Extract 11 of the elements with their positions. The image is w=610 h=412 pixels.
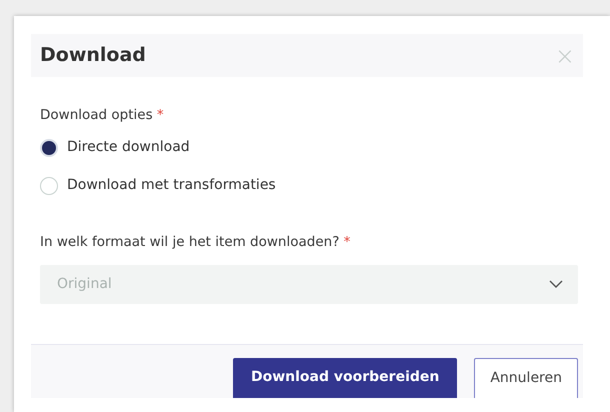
radio-button[interactable] — [40, 176, 58, 195]
radio-label: Directe download — [67, 138, 190, 158]
select-value: Original — [57, 274, 112, 294]
dialog-title: Download — [40, 43, 146, 68]
radio-label: Download met transformaties — [67, 176, 276, 196]
radio-button[interactable] — [40, 138, 58, 157]
field-label: Download opties * — [40, 106, 165, 125]
primary-button[interactable]: Download voorbereiden — [232, 358, 458, 398]
chevron-down-icon — [549, 280, 563, 288]
cancel-button[interactable]: Annuleren — [474, 358, 578, 398]
field-label: In welk formaat wil je het item downloaden? * — [40, 233, 352, 252]
